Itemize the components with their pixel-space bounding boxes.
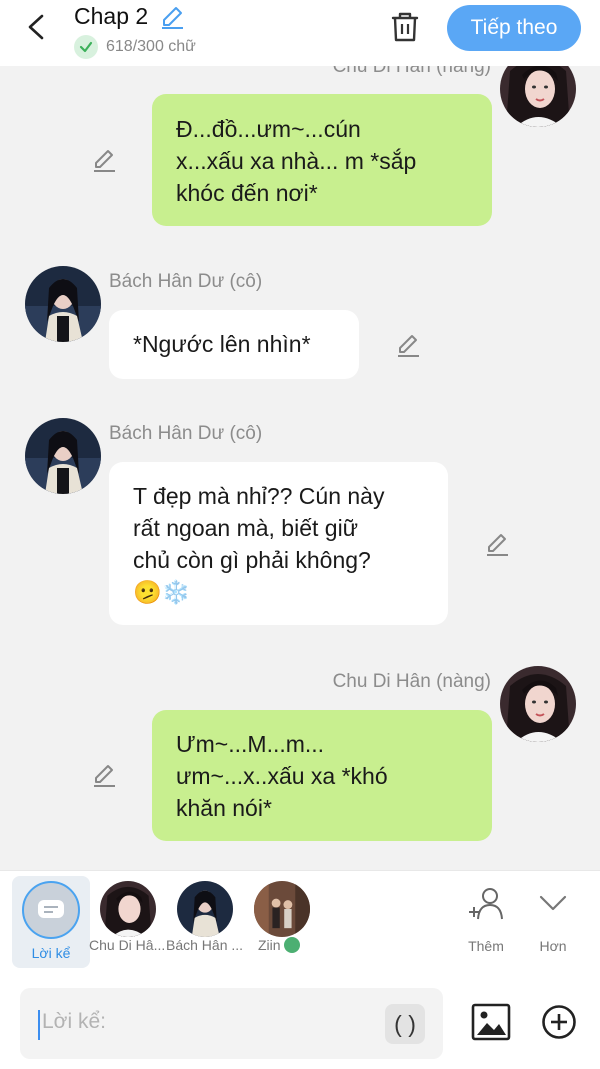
message-line: *Ngước lên nhìn* bbox=[133, 331, 311, 357]
trash-icon[interactable] bbox=[388, 10, 422, 44]
input-placeholder: Lời kể: bbox=[42, 1010, 106, 1033]
chevron-down-icon bbox=[539, 895, 567, 911]
character-name: Chu Di Hâ... bbox=[89, 937, 166, 953]
message-line: x...xấu xa nhà... m *sắp bbox=[176, 148, 417, 174]
more-button[interactable]: Hơn bbox=[525, 885, 581, 954]
narration-input[interactable]: Lời kể: ( ) bbox=[20, 988, 443, 1059]
avatar-bach-han-du[interactable] bbox=[25, 418, 101, 494]
message-line: T đẹp mà nhỉ?? Cún này bbox=[133, 483, 385, 509]
more-label: Hơn bbox=[539, 938, 567, 954]
sender-name: Chu Di Hân (nàng) bbox=[332, 671, 491, 692]
character-option[interactable] bbox=[88, 881, 168, 937]
composer: Lời kể: ( ) bbox=[0, 978, 600, 1069]
pencil-edit-icon[interactable] bbox=[395, 332, 421, 358]
narrator-label: Lời kể bbox=[31, 945, 71, 961]
message-bubble[interactable]: Đ...đồ...ưm~...cún x...xấu xa nhà... m *… bbox=[152, 94, 492, 226]
word-count: 618/300 chữ bbox=[74, 35, 196, 59]
character-name: Ziin bbox=[258, 937, 281, 953]
message-line: Đ...đồ...ưm~...cún bbox=[176, 116, 361, 142]
text-cursor bbox=[38, 1010, 40, 1040]
message-line: Ưm~...M...m... bbox=[176, 731, 325, 757]
pencil-edit-icon[interactable] bbox=[159, 4, 185, 30]
message-bubble[interactable]: T đẹp mà nhỉ?? Cún này rất ngoan mà, biế… bbox=[109, 462, 448, 625]
message-line: chủ còn gì phải không? bbox=[133, 547, 371, 573]
message-line: ưm~...x..xấu xa *khó bbox=[176, 763, 388, 789]
sender-name: Bách Hân Dư (cô) bbox=[109, 423, 263, 444]
parentheses-button[interactable]: ( ) bbox=[385, 1004, 425, 1044]
message-line: rất ngoan mà, biết giữ bbox=[133, 515, 359, 541]
message-emoji: 🫤❄️ bbox=[133, 579, 191, 605]
message-bubble[interactable]: *Ngước lên nhìn* bbox=[109, 310, 359, 379]
word-count-text: 618/300 chữ bbox=[106, 38, 196, 55]
character-option[interactable] bbox=[165, 881, 245, 937]
character-option[interactable] bbox=[242, 881, 322, 937]
chapter-title-row: Chap 2 bbox=[74, 3, 185, 30]
narrator-icon-circle bbox=[22, 881, 80, 939]
avatar-woman-white bbox=[100, 881, 156, 937]
add-person-icon bbox=[469, 888, 503, 920]
top-bar: Chap 2 618/300 chữ Tiếp theo bbox=[0, 0, 600, 66]
avatar-chu-di-han[interactable] bbox=[500, 666, 576, 742]
character-name: Bách Hân ... bbox=[166, 937, 244, 953]
pencil-edit-icon[interactable] bbox=[91, 762, 117, 788]
check-icon bbox=[74, 35, 98, 59]
avatar-woman-dark bbox=[177, 881, 233, 937]
avatar-couple bbox=[254, 881, 310, 937]
sender-name: Bách Hân Dư (cô) bbox=[109, 271, 263, 292]
add-circle-icon[interactable] bbox=[541, 1004, 577, 1040]
chat-area: Chu Di Hân (nàng) Đ...đồ...ưm~...cún x..… bbox=[0, 0, 600, 870]
avatar-bach-han-du[interactable] bbox=[25, 266, 101, 342]
back-arrow-icon[interactable] bbox=[22, 12, 52, 42]
message-line: khóc đến nơi* bbox=[176, 180, 318, 206]
message-bubble[interactable]: Ưm~...M...m... ưm~...x..xấu xa *khó khăn… bbox=[152, 710, 492, 841]
chat-bubble-icon bbox=[38, 900, 64, 918]
next-button[interactable]: Tiếp theo bbox=[447, 5, 581, 51]
author-badge-icon bbox=[283, 937, 300, 953]
message-line: khăn nói* bbox=[176, 795, 272, 821]
add-character-button[interactable]: Thêm bbox=[458, 885, 514, 954]
image-icon[interactable] bbox=[471, 1002, 511, 1042]
add-label: Thêm bbox=[468, 938, 504, 954]
character-name-row: Ziin bbox=[258, 937, 300, 953]
pencil-edit-icon[interactable] bbox=[91, 147, 117, 173]
narrator-option[interactable]: Lời kể bbox=[12, 876, 90, 968]
chapter-title: Chap 2 bbox=[74, 3, 149, 29]
character-selector: Lời kể Chu Di Hâ... Bách Hân ... Ziin Th… bbox=[0, 870, 600, 978]
pencil-edit-icon[interactable] bbox=[484, 531, 510, 557]
